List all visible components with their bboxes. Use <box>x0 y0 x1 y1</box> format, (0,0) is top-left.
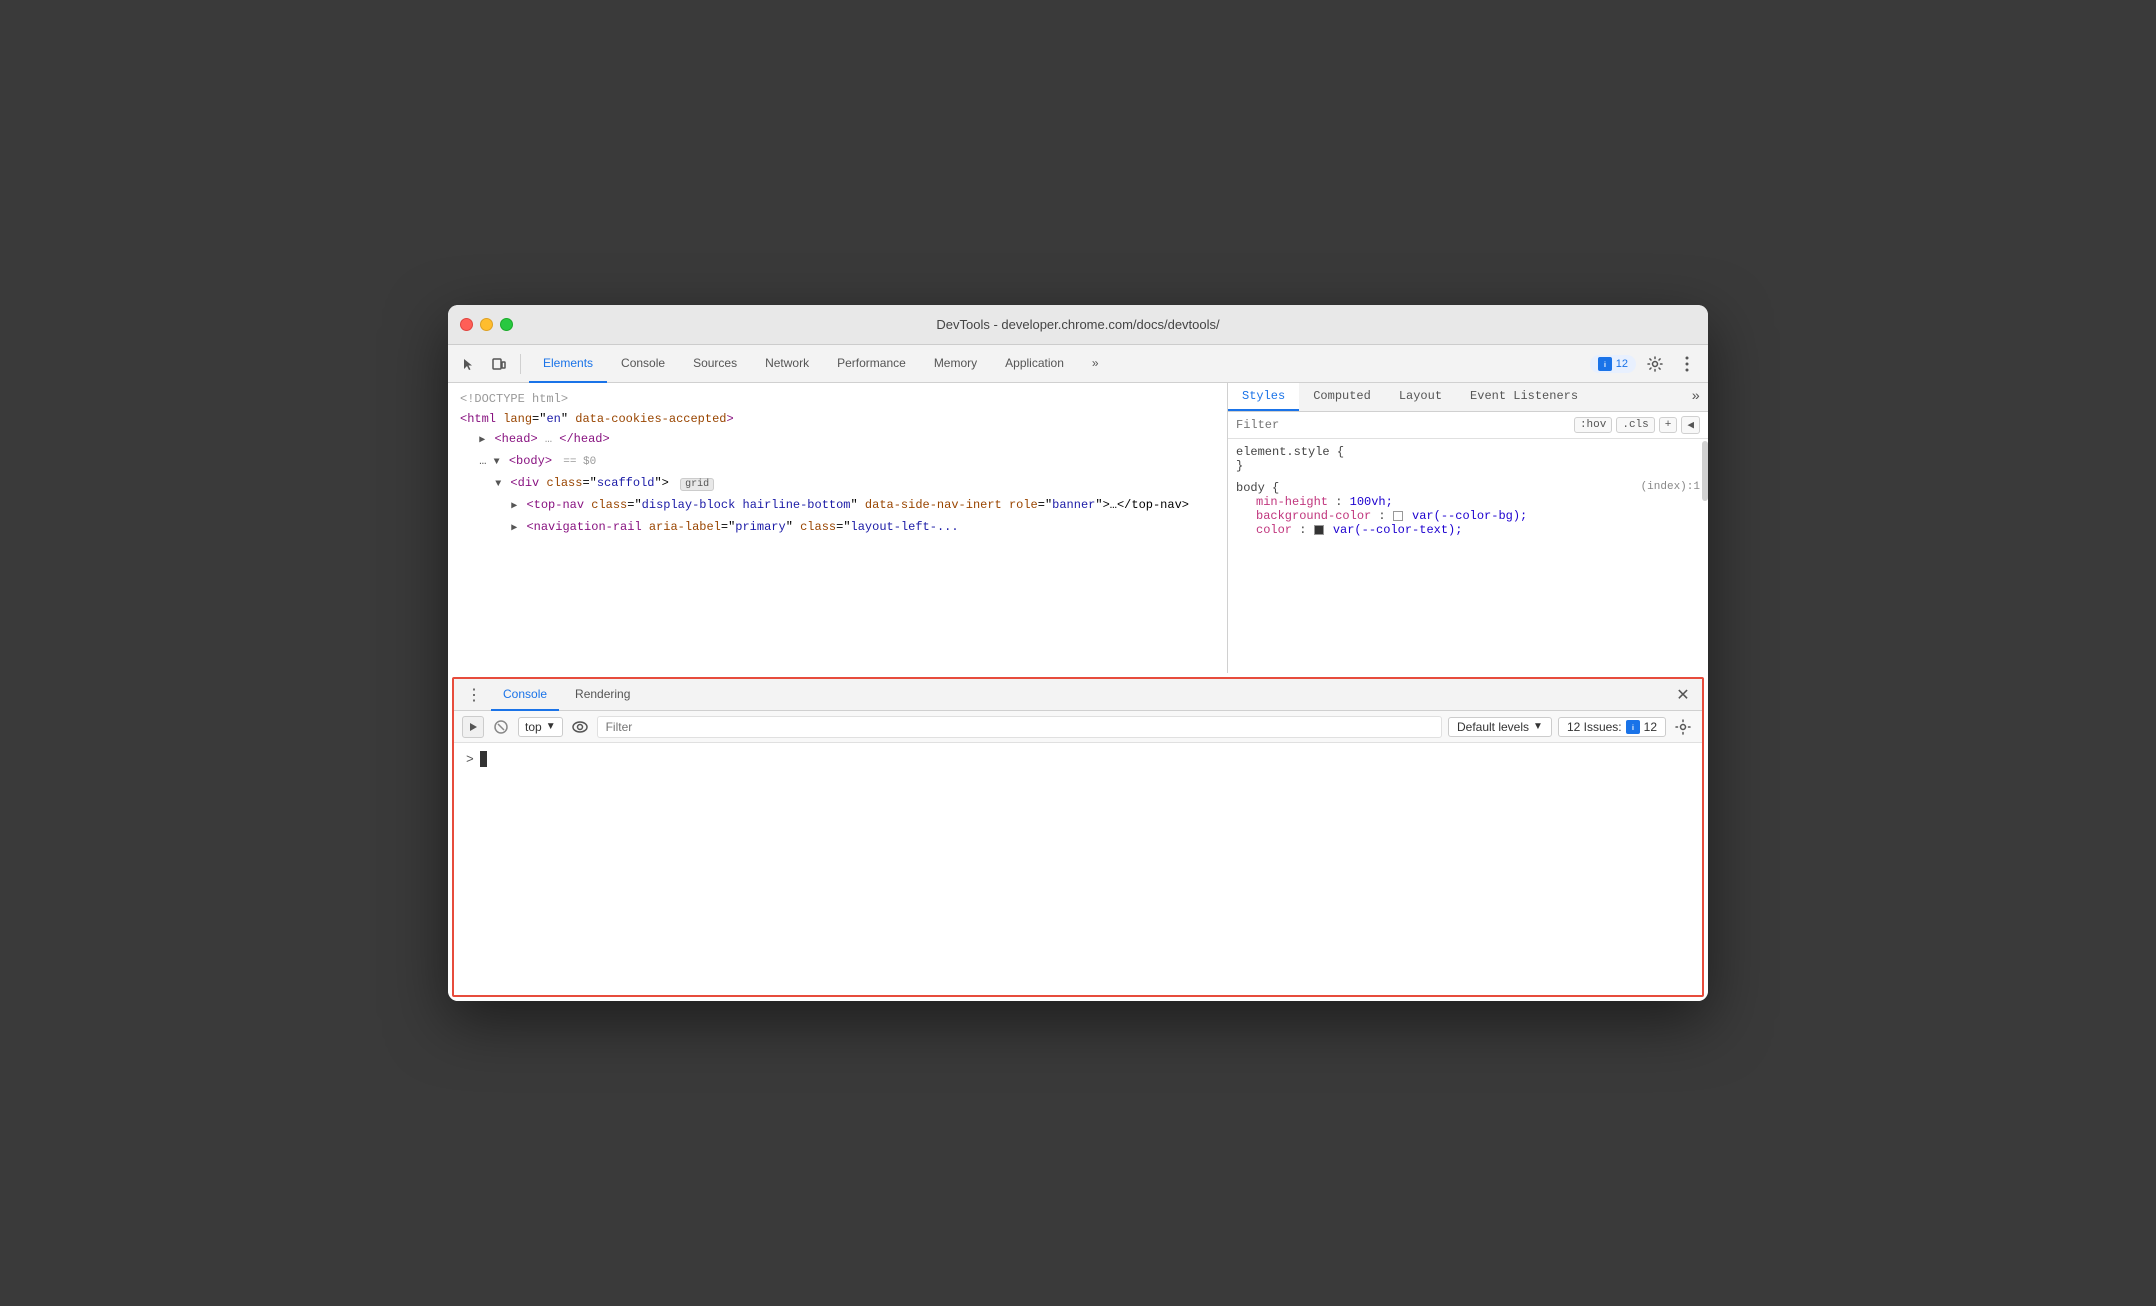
console-issues-icon: i <box>1626 720 1640 734</box>
tab-sources[interactable]: Sources <box>679 345 751 383</box>
console-filter-input[interactable] <box>597 716 1442 738</box>
style-selector[interactable]: element.style { <box>1236 445 1344 459</box>
svg-text:i: i <box>1632 725 1634 732</box>
tab-application[interactable]: Application <box>991 345 1078 383</box>
dom-line-doctype[interactable]: <!DOCTYPE html> <box>448 389 1227 409</box>
console-tab-console[interactable]: Console <box>491 679 559 711</box>
styles-panel: Styles Computed Layout Event Listeners » <box>1228 383 1708 673</box>
cursor-icon-button[interactable] <box>456 351 482 377</box>
console-menu-dots[interactable]: ⋮ <box>462 685 487 705</box>
console-input-area[interactable]: > <box>454 743 1702 995</box>
styles-tab-layout[interactable]: Layout <box>1385 383 1456 411</box>
styles-tabs: Styles Computed Layout Event Listeners » <box>1228 383 1708 412</box>
issues-count: 12 <box>1616 358 1628 370</box>
console-close-button[interactable]: ✕ <box>1672 684 1694 706</box>
settings-button[interactable] <box>1642 351 1668 377</box>
tab-more[interactable]: » <box>1078 345 1113 383</box>
dom-line-nav-rail[interactable]: ▶ <navigation-rail aria-label="primary" … <box>448 517 1227 539</box>
tab-network[interactable]: Network <box>751 345 823 383</box>
dom-line-head[interactable]: ▶ <head> … </head> <box>448 429 1227 451</box>
main-content: <!DOCTYPE html> <html lang="en" data-coo… <box>448 383 1708 673</box>
styles-scrollbar-thumb[interactable] <box>1702 441 1708 501</box>
titlebar: DevTools - developer.chrome.com/docs/dev… <box>448 305 1708 345</box>
devtools-window: DevTools - developer.chrome.com/docs/dev… <box>448 305 1708 1001</box>
styles-filter-buttons: :hov .cls + ◀ <box>1574 416 1700 434</box>
tab-console[interactable]: Console <box>607 345 679 383</box>
window-title: DevTools - developer.chrome.com/docs/dev… <box>936 317 1219 332</box>
style-value-bgcolor[interactable]: var(--color-bg); <box>1412 509 1527 523</box>
hov-button[interactable]: :hov <box>1574 417 1612 433</box>
style-value-minheight[interactable]: 100vh; <box>1350 495 1393 509</box>
context-selector[interactable]: top ▼ <box>518 717 563 737</box>
console-toolbar: ⋮ Console Rendering ✕ <box>454 679 1702 711</box>
styles-filter-bar: :hov .cls + ◀ <box>1228 412 1708 439</box>
dom-line-body[interactable]: … ▼ <body> == $0 <box>448 451 1227 473</box>
console-filter-bar: top ▼ Default levels ▼ <box>454 711 1702 743</box>
dom-panel: <!DOCTYPE html> <html lang="en" data-coo… <box>448 383 1228 673</box>
styles-scroll-container: element.style { } body { (index):1 <box>1228 439 1708 673</box>
toggle-panel-button[interactable]: ◀ <box>1681 416 1700 434</box>
bgcolor-swatch[interactable] <box>1393 511 1403 521</box>
style-rule-element: element.style { } <box>1228 443 1708 475</box>
styles-tab-styles[interactable]: Styles <box>1228 383 1299 411</box>
dom-tree[interactable]: <!DOCTYPE html> <html lang="en" data-coo… <box>448 383 1227 673</box>
device-toggle-button[interactable] <box>486 351 512 377</box>
issues-icon: i <box>1598 357 1612 371</box>
console-tab-rendering[interactable]: Rendering <box>563 679 642 711</box>
minimize-button[interactable] <box>480 318 493 331</box>
svg-text:i: i <box>1604 362 1606 369</box>
style-value-color[interactable]: var(--color-text); <box>1333 523 1463 537</box>
add-style-button[interactable]: + <box>1659 417 1678 433</box>
log-levels-dropdown[interactable]: Default levels ▼ <box>1448 717 1552 737</box>
dom-line-topnav[interactable]: ▶ <top-nav class="display-block hairline… <box>448 495 1227 517</box>
tab-memory[interactable]: Memory <box>920 345 991 383</box>
dom-line-html[interactable]: <html lang="en" data-cookies-accepted> <box>448 409 1227 429</box>
issues-badge[interactable]: i 12 <box>1590 355 1636 373</box>
clear-console-button[interactable] <box>490 716 512 738</box>
toolbar-divider <box>520 354 521 374</box>
styles-scrollbar[interactable] <box>1700 439 1708 673</box>
more-options-button[interactable] <box>1674 351 1700 377</box>
console-issues-badge[interactable]: 12 Issues: i 12 <box>1558 717 1666 737</box>
close-button[interactable] <box>460 318 473 331</box>
console-toolbar-right: ✕ <box>1672 684 1694 706</box>
maximize-button[interactable] <box>500 318 513 331</box>
dom-line-div-scaffold[interactable]: ▼ <div class="scaffold"> grid <box>448 473 1227 495</box>
execute-button[interactable] <box>462 716 484 738</box>
cls-button[interactable]: .cls <box>1616 417 1654 433</box>
console-panel-wrapper: ⋮ Console Rendering ✕ <box>452 677 1704 997</box>
style-prop-minheight[interactable]: min-height <box>1236 495 1328 509</box>
levels-chevron-icon: ▼ <box>1533 721 1543 732</box>
body-selector[interactable]: body { <box>1236 481 1279 495</box>
tab-elements[interactable]: Elements <box>529 345 607 383</box>
console-cursor <box>480 751 487 767</box>
style-prop-color[interactable]: color <box>1236 523 1292 537</box>
styles-tab-computed[interactable]: Computed <box>1299 383 1385 411</box>
styles-filter-input[interactable] <box>1236 418 1568 432</box>
devtools-panel: Elements Console Sources Network Perform… <box>448 345 1708 1001</box>
traffic-lights <box>460 318 513 331</box>
console-settings-button[interactable] <box>1672 716 1694 738</box>
style-rule-body: body { (index):1 min-height : 100vh; bac… <box>1228 479 1708 539</box>
tab-performance[interactable]: Performance <box>823 345 920 383</box>
console-prompt: > <box>466 751 474 767</box>
console-eye-button[interactable] <box>569 716 591 738</box>
style-prop-bgcolor[interactable]: background-color <box>1236 509 1371 523</box>
styles-tabs-more[interactable]: » <box>1684 389 1708 405</box>
main-toolbar: Elements Console Sources Network Perform… <box>448 345 1708 383</box>
context-chevron-icon: ▼ <box>546 721 556 732</box>
styles-tab-event-listeners[interactable]: Event Listeners <box>1456 383 1592 411</box>
styles-content: element.style { } body { (index):1 <box>1228 439 1708 673</box>
style-origin: (index):1 <box>1641 481 1700 493</box>
toolbar-right: i 12 <box>1590 351 1700 377</box>
main-tab-bar: Elements Console Sources Network Perform… <box>529 345 1113 383</box>
color-swatch[interactable] <box>1314 525 1324 535</box>
